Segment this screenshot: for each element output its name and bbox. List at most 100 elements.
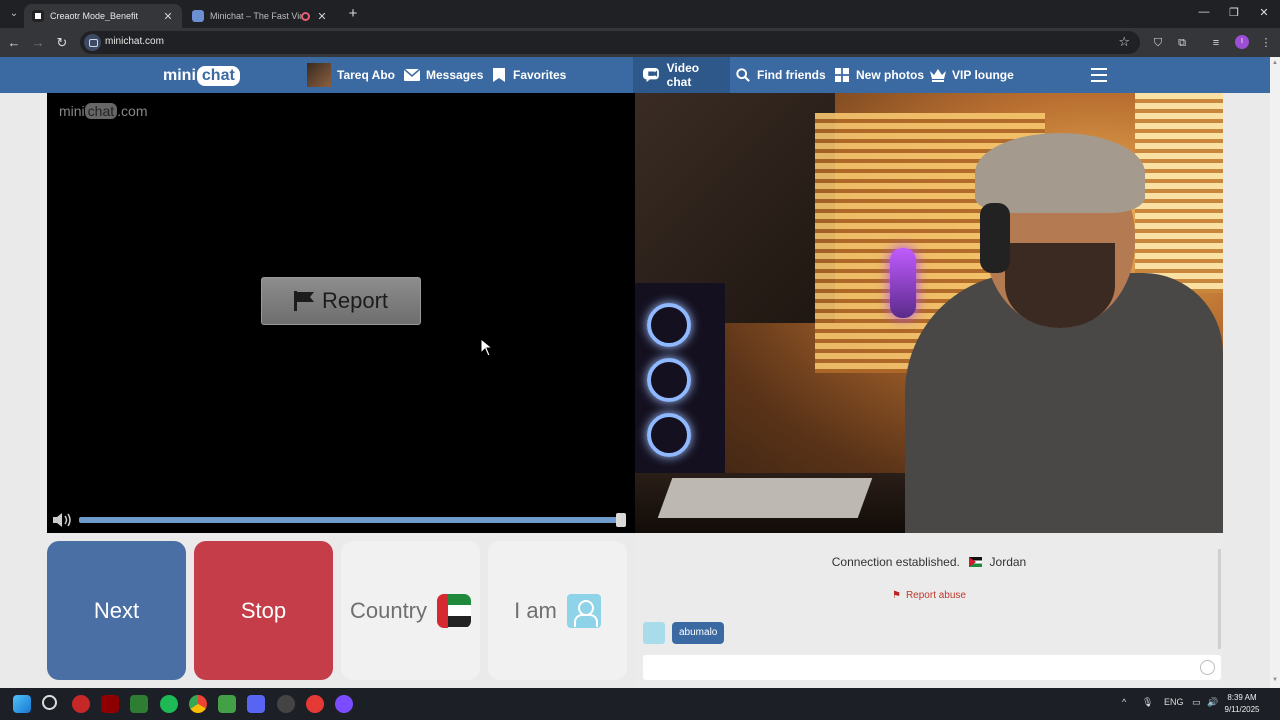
scroll-up-icon[interactable]: ▲ bbox=[1272, 60, 1278, 66]
microphone-icon[interactable]: 🎙 bbox=[1142, 697, 1153, 708]
tab-minichat[interactable]: Minichat – The Fast Video C ✕ bbox=[184, 4, 336, 28]
page-scrollbar[interactable]: ▲ ▼ bbox=[1270, 57, 1280, 688]
video-scene-headphone bbox=[980, 203, 1010, 273]
emoji-icon[interactable] bbox=[1200, 660, 1215, 675]
watermark-mini: mini bbox=[59, 103, 85, 119]
system-clock[interactable]: 8:39 AM 9/11/2025 bbox=[1222, 692, 1262, 716]
app-icon[interactable] bbox=[335, 695, 353, 713]
back-button[interactable]: ← bbox=[6, 35, 22, 51]
pc-fan bbox=[647, 303, 691, 347]
video-scene-microphone bbox=[890, 248, 916, 318]
report-abuse-label: Report abuse bbox=[905, 590, 966, 601]
next-button[interactable]: Next bbox=[47, 541, 186, 680]
video-scene-window bbox=[1135, 93, 1223, 293]
media-controls-icon[interactable]: ≡ bbox=[1208, 35, 1224, 51]
partner-country: Jordan bbox=[989, 555, 1027, 569]
network-icon[interactable]: ▭ bbox=[1192, 697, 1201, 708]
hamburger-menu-icon[interactable] bbox=[1091, 68, 1107, 82]
volume-slider[interactable] bbox=[79, 517, 623, 523]
recording-icon bbox=[301, 11, 310, 21]
nav-messages-label: Messages bbox=[426, 68, 484, 82]
profile-avatar[interactable]: I bbox=[1235, 35, 1249, 49]
language-indicator[interactable]: ENG bbox=[1164, 697, 1184, 707]
app-icon[interactable] bbox=[72, 695, 90, 713]
chat-scrollbar[interactable] bbox=[1218, 549, 1221, 649]
spotify-icon[interactable] bbox=[160, 695, 178, 713]
video-scene-hat bbox=[975, 133, 1145, 213]
chat-panel: Connection established. Jordan ⚑ Report a… bbox=[635, 533, 1223, 688]
nav-favorites[interactable]: Favorites bbox=[491, 57, 566, 93]
video-watermark: mini chat .com bbox=[59, 103, 147, 119]
envelope-icon bbox=[404, 68, 420, 81]
volume-icon[interactable] bbox=[53, 513, 73, 527]
browser-tab-bar: ⌄ Creaotr Mode_Benefit ✕ Minichat – The … bbox=[0, 0, 1280, 28]
search-icon[interactable] bbox=[42, 695, 57, 710]
watermark-chat: chat bbox=[84, 103, 118, 119]
restore-button[interactable]: ❐ bbox=[1226, 6, 1242, 19]
nav-find-friends[interactable]: Find friends bbox=[735, 57, 826, 93]
new-tab-button[interactable]: + bbox=[344, 5, 362, 23]
watermark-domain: .com bbox=[117, 103, 148, 119]
nav-favorites-label: Favorites bbox=[513, 68, 567, 82]
scroll-down-icon[interactable]: ▼ bbox=[1272, 677, 1278, 683]
uae-flag-icon bbox=[437, 593, 472, 628]
volume-slider-handle[interactable] bbox=[616, 513, 626, 527]
tab-close-icon[interactable]: ✕ bbox=[162, 10, 174, 23]
stop-button[interactable]: Stop bbox=[194, 541, 333, 680]
tab-search-icon[interactable]: ⌄ bbox=[6, 6, 22, 22]
video-chat-icon bbox=[643, 67, 659, 83]
next-label: Next bbox=[93, 597, 140, 623]
app-icon[interactable] bbox=[277, 695, 295, 713]
video-scene-keyboard bbox=[657, 478, 873, 518]
url-text: minichat.com bbox=[105, 36, 164, 47]
gender-button[interactable]: I am bbox=[488, 541, 627, 680]
tab-close-icon[interactable]: ✕ bbox=[316, 10, 328, 23]
country-button[interactable]: Country bbox=[341, 541, 480, 680]
chrome-icon[interactable] bbox=[189, 695, 207, 713]
site-logo[interactable]: mini chat bbox=[163, 63, 240, 89]
speaker-icon[interactable]: 🔊 bbox=[1207, 697, 1218, 708]
app-icon[interactable] bbox=[306, 695, 324, 713]
self-video bbox=[635, 93, 1223, 533]
nav-new-photos[interactable]: New photos bbox=[834, 57, 924, 93]
chat-message-input[interactable] bbox=[649, 659, 1189, 676]
tab-creator-mode[interactable]: Creaotr Mode_Benefit ✕ bbox=[24, 4, 182, 28]
nav-messages[interactable]: Messages bbox=[404, 57, 483, 93]
tab-favicon-icon bbox=[192, 10, 204, 22]
close-window-button[interactable]: ✕ bbox=[1256, 6, 1272, 19]
clock-date: 9/11/2025 bbox=[1224, 705, 1260, 714]
logo-chat: chat bbox=[196, 66, 240, 86]
connection-status: Connection established. Jordan bbox=[635, 555, 1223, 569]
discord-icon[interactable] bbox=[247, 695, 265, 713]
jordan-flag-icon bbox=[969, 557, 983, 567]
stop-label: Stop bbox=[240, 597, 287, 623]
site-info-icon[interactable] bbox=[84, 34, 101, 51]
bookmark-star-icon[interactable]: ☆ bbox=[1118, 34, 1130, 50]
partner-name-badge[interactable]: abumalo bbox=[672, 622, 725, 644]
app-icon[interactable] bbox=[218, 695, 236, 713]
browser-menu-icon[interactable]: ⋮ bbox=[1258, 35, 1274, 51]
crown-icon bbox=[930, 69, 946, 82]
chat-input-box[interactable] bbox=[643, 655, 1221, 680]
app-icon[interactable] bbox=[101, 695, 119, 713]
reload-button[interactable]: ↻ bbox=[54, 35, 70, 51]
search-icon bbox=[736, 68, 750, 82]
nav-video-chat[interactable]: Video chat bbox=[633, 57, 730, 93]
report-abuse-link[interactable]: ⚑ Report abuse bbox=[635, 590, 1223, 601]
avatar bbox=[307, 63, 331, 87]
nav-vip-lounge[interactable]: VIP lounge bbox=[930, 57, 1014, 93]
tray-chevron-icon[interactable]: ^ bbox=[1122, 697, 1126, 707]
nav-user-profile[interactable]: Tareq Abo bbox=[307, 57, 395, 93]
tab-title: Minichat – The Fast Video C bbox=[210, 11, 301, 21]
pc-fan bbox=[647, 413, 691, 457]
app-icon[interactable] bbox=[130, 695, 148, 713]
url-field[interactable]: minichat.com ☆ bbox=[80, 31, 1140, 54]
address-bar: ← → ↻ minichat.com ☆ ⛉ ⧉ ≡ ⋮ bbox=[0, 28, 1280, 57]
windows-start-icon[interactable] bbox=[13, 695, 31, 713]
minimize-button[interactable]: — bbox=[1196, 6, 1212, 18]
report-button[interactable]: Report bbox=[261, 277, 421, 325]
shield-extension-icon[interactable]: ⛉ bbox=[1150, 35, 1166, 51]
extensions-icon[interactable]: ⧉ bbox=[1174, 35, 1190, 51]
forward-button[interactable]: → bbox=[30, 35, 46, 51]
report-flag-icon: ⚑ bbox=[891, 590, 901, 601]
